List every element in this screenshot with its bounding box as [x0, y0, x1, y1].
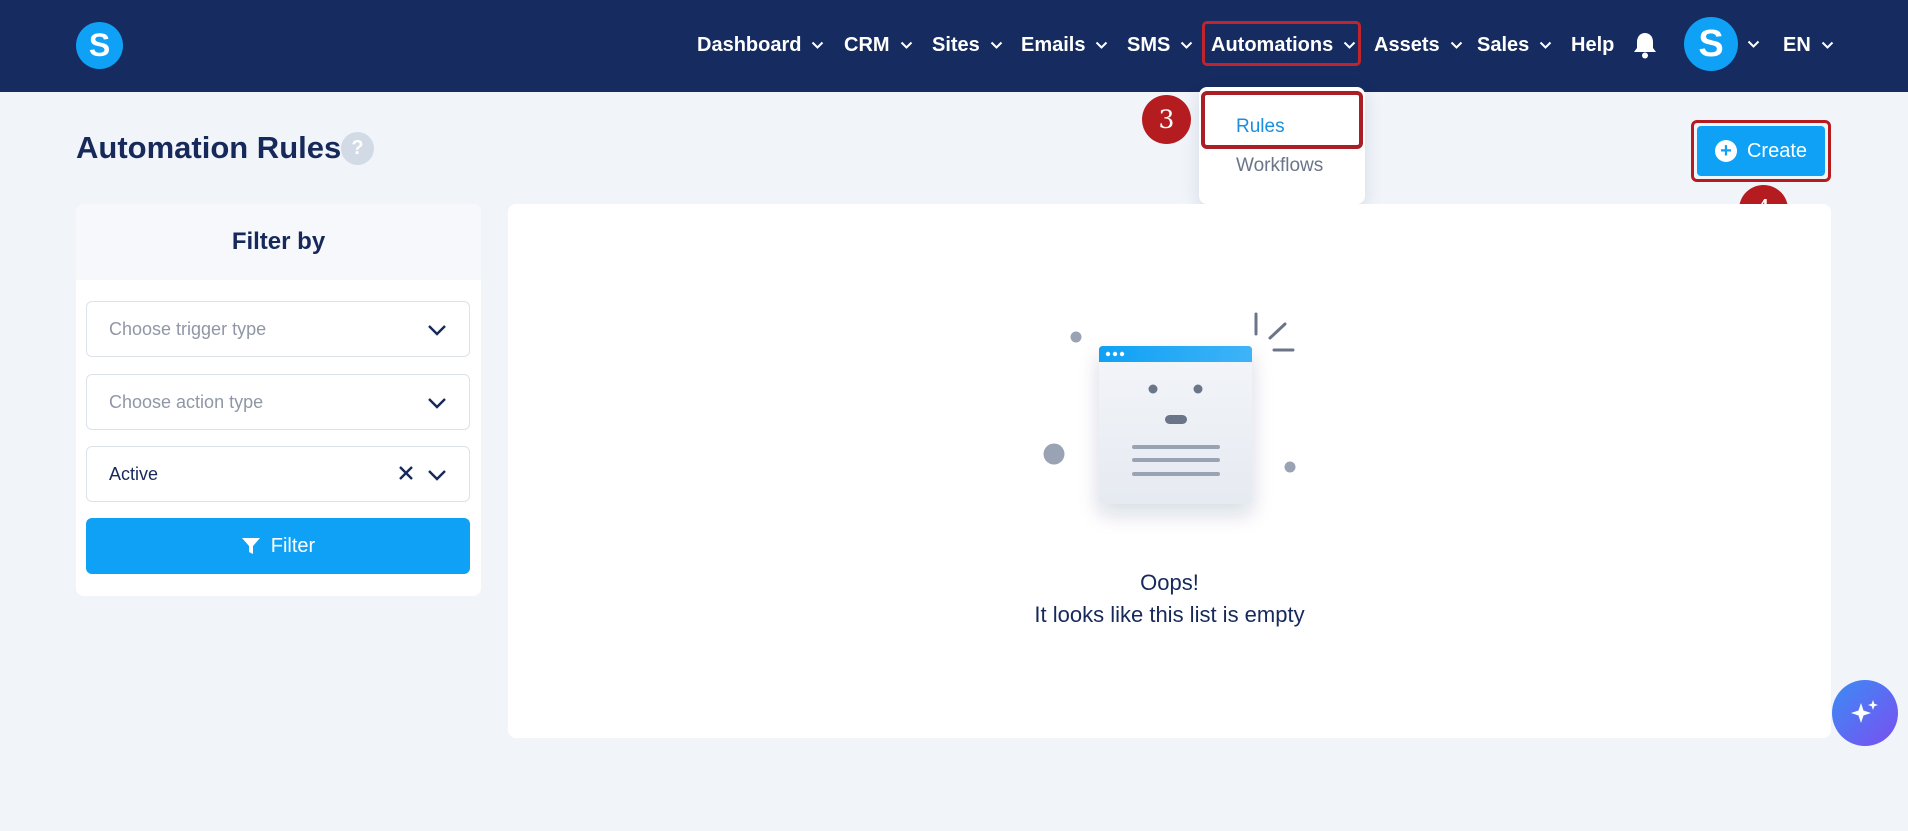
nav-help-label: Help	[1571, 33, 1615, 56]
nav-crm-label: CRM	[844, 33, 890, 56]
menu-item-rules-highlight	[1201, 91, 1363, 149]
funnel-icon	[241, 538, 260, 554]
status-value: Active	[109, 464, 159, 484]
filter-panel: Filter by Choose trigger type Choose act…	[76, 204, 481, 596]
nav-emails-label: Emails	[1021, 33, 1086, 56]
ai-assistant-button[interactable]	[1832, 680, 1898, 746]
chevron-down-icon	[900, 41, 913, 50]
top-navigation-bar: S Dashboard CRM Sites Emails SMS Automat…	[0, 0, 1908, 92]
filter-heading: Filter by	[76, 204, 481, 280]
app-logo[interactable]: S	[76, 22, 123, 69]
filter-button[interactable]: Filter	[86, 518, 470, 574]
status-select[interactable]: Active	[86, 446, 470, 502]
language-selector[interactable]: EN	[1783, 30, 1834, 60]
nav-sms[interactable]: SMS	[1127, 30, 1193, 60]
action-type-select[interactable]: Choose action type	[86, 374, 470, 430]
nav-sales-label: Sales	[1477, 33, 1530, 56]
chevron-down-icon	[428, 325, 446, 336]
empty-state-message: It looks like this list is empty	[1034, 602, 1305, 627]
chevron-down-icon	[1821, 41, 1834, 50]
chevron-down-icon	[1450, 41, 1463, 50]
chevron-down-icon	[428, 470, 446, 481]
nav-sms-label: SMS	[1127, 33, 1171, 56]
action-type-placeholder: Choose action type	[109, 392, 264, 412]
nav-dashboard-label: Dashboard	[697, 33, 802, 56]
trigger-type-select[interactable]: Choose trigger type	[86, 301, 470, 357]
create-button[interactable]: + Create	[1697, 126, 1825, 176]
chevron-down-icon	[1095, 41, 1108, 50]
empty-list-illustration	[1043, 312, 1296, 504]
nav-emails[interactable]: Emails	[1021, 30, 1108, 60]
trigger-type-placeholder: Choose trigger type	[109, 319, 267, 339]
chevron-down-icon	[1180, 41, 1193, 50]
empty-state-title: Oops!	[1140, 570, 1199, 595]
create-button-label: Create	[1746, 139, 1808, 162]
chevron-down-icon[interactable]	[1747, 40, 1760, 49]
chevron-down-icon	[811, 41, 824, 50]
filter-button-label: Filter	[270, 534, 316, 557]
nav-automations-highlight	[1202, 21, 1361, 66]
language-label: EN	[1783, 33, 1811, 56]
help-icon[interactable]: ?	[341, 132, 374, 165]
page-title: Automation Rules	[76, 130, 342, 165]
nav-crm[interactable]: CRM	[844, 30, 913, 60]
step-badge-rules: 3	[1142, 95, 1191, 144]
chevron-down-icon	[428, 398, 446, 409]
chevron-down-icon	[1539, 41, 1552, 50]
user-avatar[interactable]: S	[1684, 17, 1738, 71]
menu-item-workflows[interactable]: Workflows	[1236, 155, 1323, 177]
plus-circle-icon: +	[1714, 140, 1737, 162]
nav-sites[interactable]: Sites	[932, 30, 1003, 60]
nav-assets-label: Assets	[1374, 33, 1440, 56]
nav-dashboard[interactable]: Dashboard	[697, 30, 824, 60]
nav-sites-label: Sites	[932, 33, 980, 56]
nav-sales[interactable]: Sales	[1477, 30, 1552, 60]
sparkle-icon	[1851, 700, 1878, 723]
nav-help[interactable]: Help	[1571, 30, 1614, 60]
bell-icon[interactable]	[1632, 31, 1658, 59]
clear-icon[interactable]	[397, 464, 415, 482]
nav-assets[interactable]: Assets	[1374, 30, 1463, 60]
chevron-down-icon	[990, 41, 1003, 50]
